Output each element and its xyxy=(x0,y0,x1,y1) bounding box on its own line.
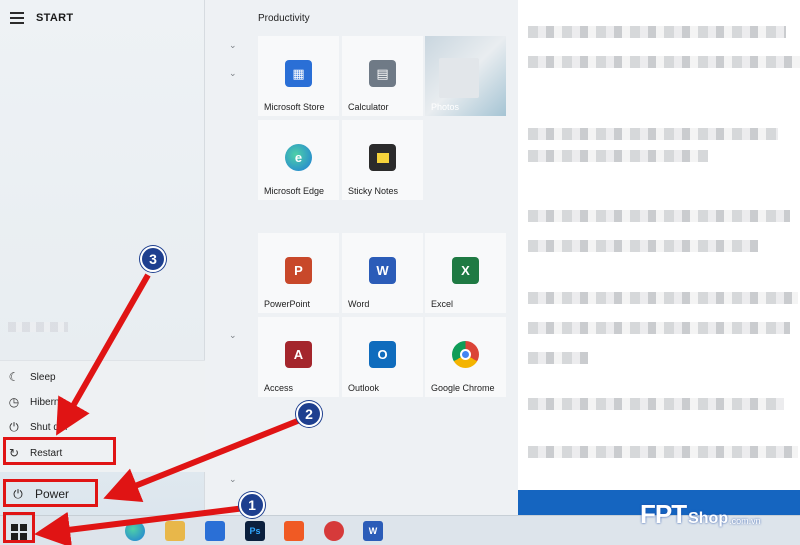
blurred-text-line xyxy=(528,322,790,334)
fpt-shop-watermark: FPT Shop .com.vn xyxy=(640,499,761,530)
start-highlight-box xyxy=(3,512,35,543)
tile-outlook[interactable]: O Outlook xyxy=(342,317,423,397)
toaster-image-icon xyxy=(439,58,479,98)
outlook-icon: O xyxy=(369,341,396,368)
chevron-down-icon[interactable]: ⌄ xyxy=(229,68,239,78)
step-badge-2: 2 xyxy=(296,401,322,427)
blurred-text-line xyxy=(528,352,588,364)
step-badge-1: 1 xyxy=(239,492,265,518)
tile-word[interactable]: W Word xyxy=(342,233,423,313)
blurred-text-line xyxy=(528,150,708,162)
word-taskbar-icon[interactable]: W xyxy=(363,521,383,541)
hibernate-option[interactable]: ◷ Hibern xyxy=(0,390,205,414)
sticky-notes-icon xyxy=(369,144,396,171)
word-icon: W xyxy=(369,257,396,284)
restart-highlight-box xyxy=(3,437,116,465)
shutdown-option[interactable]: ⏻ Shut d n xyxy=(0,415,205,439)
tile-photos[interactable]: Photos xyxy=(425,36,506,116)
tile-excel[interactable]: X Excel xyxy=(425,233,506,313)
tiles-panel: Productivity ⌄ ⌄ ⌄ ⌄ ▦ Microsoft Store ▤… xyxy=(205,0,518,515)
blurred-text-line xyxy=(528,446,798,458)
edge-icon: e xyxy=(285,144,312,171)
tile-label: Excel xyxy=(431,299,454,309)
blurred-user-account[interactable] xyxy=(8,322,68,332)
blurred-text-line xyxy=(528,398,784,410)
blurred-text-line xyxy=(528,292,798,304)
tile-label: PowerPoint xyxy=(264,299,311,309)
photoshop-taskbar-icon[interactable]: Ps xyxy=(245,521,265,541)
tile-powerpoint[interactable]: P PowerPoint xyxy=(258,233,339,313)
power-highlight-box xyxy=(3,479,98,507)
sleep-option[interactable]: ☾ Sleep xyxy=(0,365,205,389)
tile-microsoft-edge[interactable]: e Microsoft Edge xyxy=(258,120,339,200)
tile-label: Sticky Notes xyxy=(348,186,399,196)
blurred-text-line xyxy=(528,26,786,38)
clock-icon: ◷ xyxy=(8,395,20,409)
chrome-icon xyxy=(452,341,479,368)
blurred-text-line xyxy=(528,240,758,252)
tile-sticky-notes[interactable]: Sticky Notes xyxy=(342,120,423,200)
tile-label: Google Chrome xyxy=(431,383,495,393)
blurred-text-line xyxy=(528,128,778,140)
tile-google-chrome[interactable]: Google Chrome xyxy=(425,317,506,397)
edge-taskbar-icon[interactable] xyxy=(125,521,145,541)
folder-taskbar-icon[interactable] xyxy=(165,521,185,541)
tile-label: Calculator xyxy=(348,102,389,112)
powerpoint-icon: P xyxy=(285,257,312,284)
hibernate-label: Hibern xyxy=(30,396,60,408)
tile-label: Outlook xyxy=(348,383,380,393)
tile-access[interactable]: A Access xyxy=(258,317,339,397)
app-taskbar-icon[interactable] xyxy=(324,521,344,541)
hamburger-menu-icon[interactable] xyxy=(10,12,24,24)
step-badge-3: 3 xyxy=(140,246,166,272)
sleep-label: Sleep xyxy=(30,371,56,383)
calculator-icon: ▤ xyxy=(369,60,396,87)
tile-calculator[interactable]: ▤ Calculator xyxy=(342,36,423,116)
excel-icon: X xyxy=(452,257,479,284)
shutdown-label: Shut d n xyxy=(30,421,68,433)
start-menu-title: START xyxy=(36,12,74,24)
chevron-down-icon[interactable]: ⌄ xyxy=(229,474,239,484)
chevron-down-icon[interactable]: ⌄ xyxy=(229,330,239,340)
store-icon: ▦ xyxy=(285,60,312,87)
blurred-text-line xyxy=(528,210,790,222)
brand-suffix: Shop xyxy=(688,510,729,527)
tile-label: Word xyxy=(348,299,370,309)
brand-name: FPT xyxy=(640,499,687,529)
chevron-down-icon[interactable]: ⌄ xyxy=(229,40,239,50)
brand-domain: .com.vn xyxy=(729,516,761,526)
tile-label: Microsoft Store xyxy=(264,102,325,112)
access-icon: A xyxy=(285,341,312,368)
tile-microsoft-store[interactable]: ▦ Microsoft Store xyxy=(258,36,339,116)
group-title: Productivity xyxy=(258,13,310,24)
store-taskbar-icon[interactable] xyxy=(205,521,225,541)
tile-label: Microsoft Edge xyxy=(264,186,325,196)
tile-label: Photos xyxy=(431,102,460,112)
brave-taskbar-icon[interactable] xyxy=(284,521,304,541)
moon-icon: ☾ xyxy=(8,370,20,384)
blurred-text-line xyxy=(528,56,800,68)
tile-label: Access xyxy=(264,383,294,393)
power-icon: ⏻ xyxy=(9,419,19,434)
blurred-document-background xyxy=(518,0,800,490)
